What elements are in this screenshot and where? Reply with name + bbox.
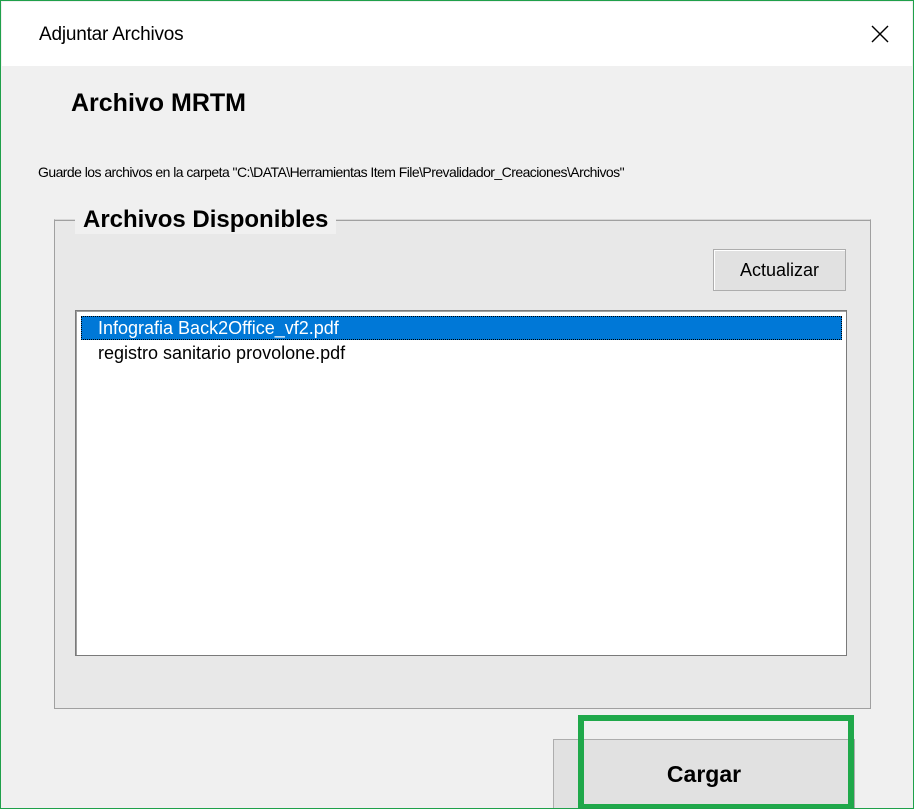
list-item-file-2[interactable]: registro sanitario provolone.pdf (81, 341, 842, 365)
group-legend: Archivos Disponibles (75, 206, 337, 234)
close-icon (871, 25, 889, 43)
window-title: Adjuntar Archivos (39, 24, 184, 45)
title-bar: Adjuntar Archivos (2, 2, 912, 66)
list-item-file-1[interactable]: Infografia Back2Office_vf2.pdf (81, 316, 842, 340)
upload-button[interactable]: Cargar (553, 739, 855, 808)
files-listbox[interactable]: Infografia Back2Office_vf2.pdf registro … (75, 310, 847, 656)
save-folder-instructions: Guarde los archivos en la carpeta "C:\DA… (38, 164, 625, 180)
refresh-button[interactable]: Actualizar (713, 249, 846, 291)
close-button[interactable] (848, 2, 912, 66)
attach-files-dialog: Adjuntar Archivos Archivo MRTM Guarde lo… (0, 0, 914, 809)
form-heading: Archivo MRTM (71, 89, 246, 117)
